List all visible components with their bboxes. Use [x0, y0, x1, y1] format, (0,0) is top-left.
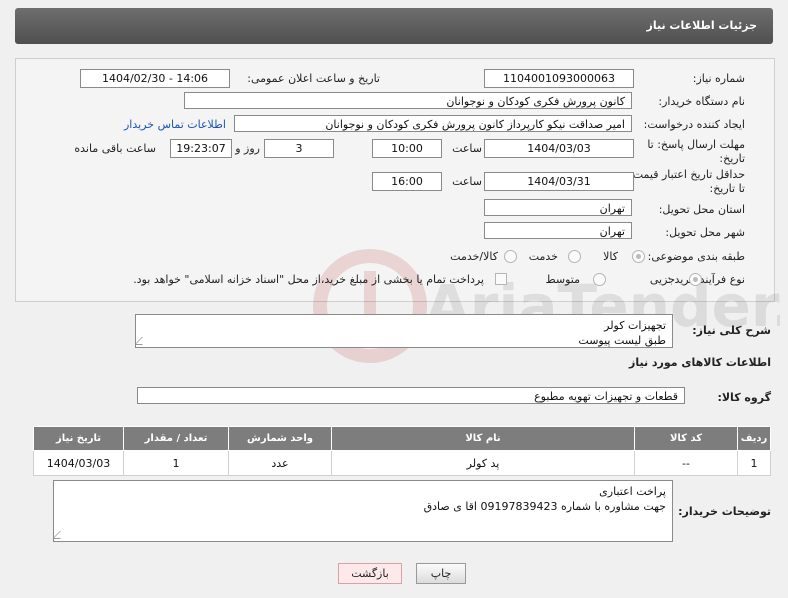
col-code: کد کالا — [634, 426, 738, 451]
remaining-time-label: ساعت باقی مانده — [74, 142, 156, 155]
deadline-time-label: ساعت — [452, 142, 482, 155]
buyer-notes-line-2: جهت مشاوره با شماره 09197839423 اقا ی صا… — [423, 500, 666, 513]
process-option-minor: جزیی — [649, 273, 675, 286]
back-button[interactable]: بازگشت — [338, 563, 402, 584]
cell-date: 1404/03/03 — [33, 450, 124, 476]
process-label: نوع فرآیند خرید : — [667, 273, 745, 286]
col-qty: تعداد / مقدار — [123, 426, 229, 451]
creator-label: ایجاد کننده درخواست: — [643, 118, 745, 131]
validity-date-field: 1404/03/31 — [484, 172, 634, 191]
province-label: استان محل تحویل: — [658, 203, 745, 216]
validity-label-date: تا تاریخ: — [709, 182, 745, 195]
validity-time-field: 16:00 — [372, 172, 442, 191]
col-unit: واحد شمارش — [228, 426, 332, 451]
description-label: شرح کلی نیاز: — [692, 324, 771, 337]
buyer-org-field: کانون پرورش فکری کودکان و نوجوانان — [184, 92, 632, 109]
buyer-notes-textarea[interactable]: پراخت اعتباری جهت مشاوره با شماره 091978… — [53, 480, 673, 542]
goods-group-field: قطعات و تجهیزات تهویه مطبوع — [137, 387, 685, 404]
buyer-org-label: نام دستگاه خریدار: — [658, 95, 745, 108]
goods-table-header: ردیف کد کالا نام کالا واحد شمارش تعداد /… — [33, 426, 771, 451]
province-field: تهران — [484, 199, 632, 216]
col-date: تاریخ نیاز — [33, 426, 124, 451]
need-number-field: 1104001093000063 — [484, 69, 634, 88]
announce-field: 1404/02/30 - 14:06 — [80, 69, 230, 88]
title-bar: جزئیات اطلاعات نیاز — [15, 8, 773, 44]
cell-unit: عدد — [228, 450, 332, 476]
process-radio-minor[interactable] — [689, 273, 702, 286]
validity-label: حداقل تاریخ اعتبار قیمت: — [629, 168, 745, 181]
category-radio-service[interactable] — [568, 250, 581, 263]
category-radio-both[interactable] — [504, 250, 517, 263]
creator-field: امیر صداقت نیکو کارپرداز کانون پرورش فکر… — [234, 115, 632, 132]
remaining-time-field: 19:23:07 — [170, 139, 232, 158]
goods-group-label: گروه کالا: — [717, 391, 771, 404]
city-label: شهر محل تحویل: — [665, 226, 745, 239]
treasury-payment-note: پرداخت تمام یا بخشی از مبلغ خرید،از محل … — [133, 273, 484, 286]
process-radio-medium[interactable] — [593, 273, 606, 286]
cell-qty: 1 — [123, 450, 229, 476]
category-option-service: خدمت — [528, 250, 558, 263]
days-field: 3 — [264, 139, 334, 158]
days-label: روز و — [235, 142, 260, 155]
category-option-both: کالا/خدمت — [450, 250, 498, 263]
process-option-medium: متوسط — [545, 273, 580, 286]
deadline-date-field: 1404/03/03 — [484, 139, 634, 158]
announce-label: تاریخ و ساعت اعلان عمومی: — [247, 72, 380, 85]
validity-time-label: ساعت — [452, 175, 482, 188]
goods-section-title: اطلاعات کالاهای مورد نیاز — [629, 356, 771, 369]
treasury-payment-checkbox[interactable] — [495, 273, 507, 285]
table-row: 1 -- پد کولر عدد 1 1404/03/03 — [33, 450, 771, 476]
col-name: نام کالا — [331, 426, 635, 451]
print-button[interactable]: چاپ — [416, 563, 466, 584]
category-radio-goods[interactable] — [632, 250, 645, 263]
page-title: جزئیات اطلاعات نیاز — [646, 19, 758, 32]
deadline-time-field: 10:00 — [372, 139, 442, 158]
cell-code: -- — [634, 450, 738, 476]
cell-name: پد کولر — [331, 450, 635, 476]
resize-grip-icon[interactable] — [54, 531, 68, 539]
deadline-label-date: تاریخ: — [719, 152, 745, 165]
buyer-contact-link[interactable]: اطلاعات تماس خریدار — [124, 118, 226, 131]
city-field: تهران — [484, 222, 632, 239]
buyer-notes-line-1: پراخت اعتباری — [599, 485, 666, 498]
description-textarea[interactable]: تجهیزات کولر طبق لیست پیوست — [135, 314, 673, 348]
col-row: ردیف — [737, 426, 771, 451]
description-line-1: تجهیزات کولر — [604, 319, 666, 332]
need-number-label: شماره نیاز: — [692, 72, 745, 85]
category-label: طبقه بندی موضوعی: — [647, 250, 745, 263]
goods-table: ردیف کد کالا نام کالا واحد شمارش تعداد /… — [33, 426, 771, 476]
cell-row: 1 — [737, 450, 771, 476]
description-line-2: طبق لیست پیوست — [578, 334, 666, 347]
category-option-goods: کالا — [603, 250, 618, 263]
deadline-label: مهلت ارسال پاسخ: تا — [647, 138, 745, 151]
buyer-notes-label: توضیحات خریدار: — [678, 505, 771, 518]
